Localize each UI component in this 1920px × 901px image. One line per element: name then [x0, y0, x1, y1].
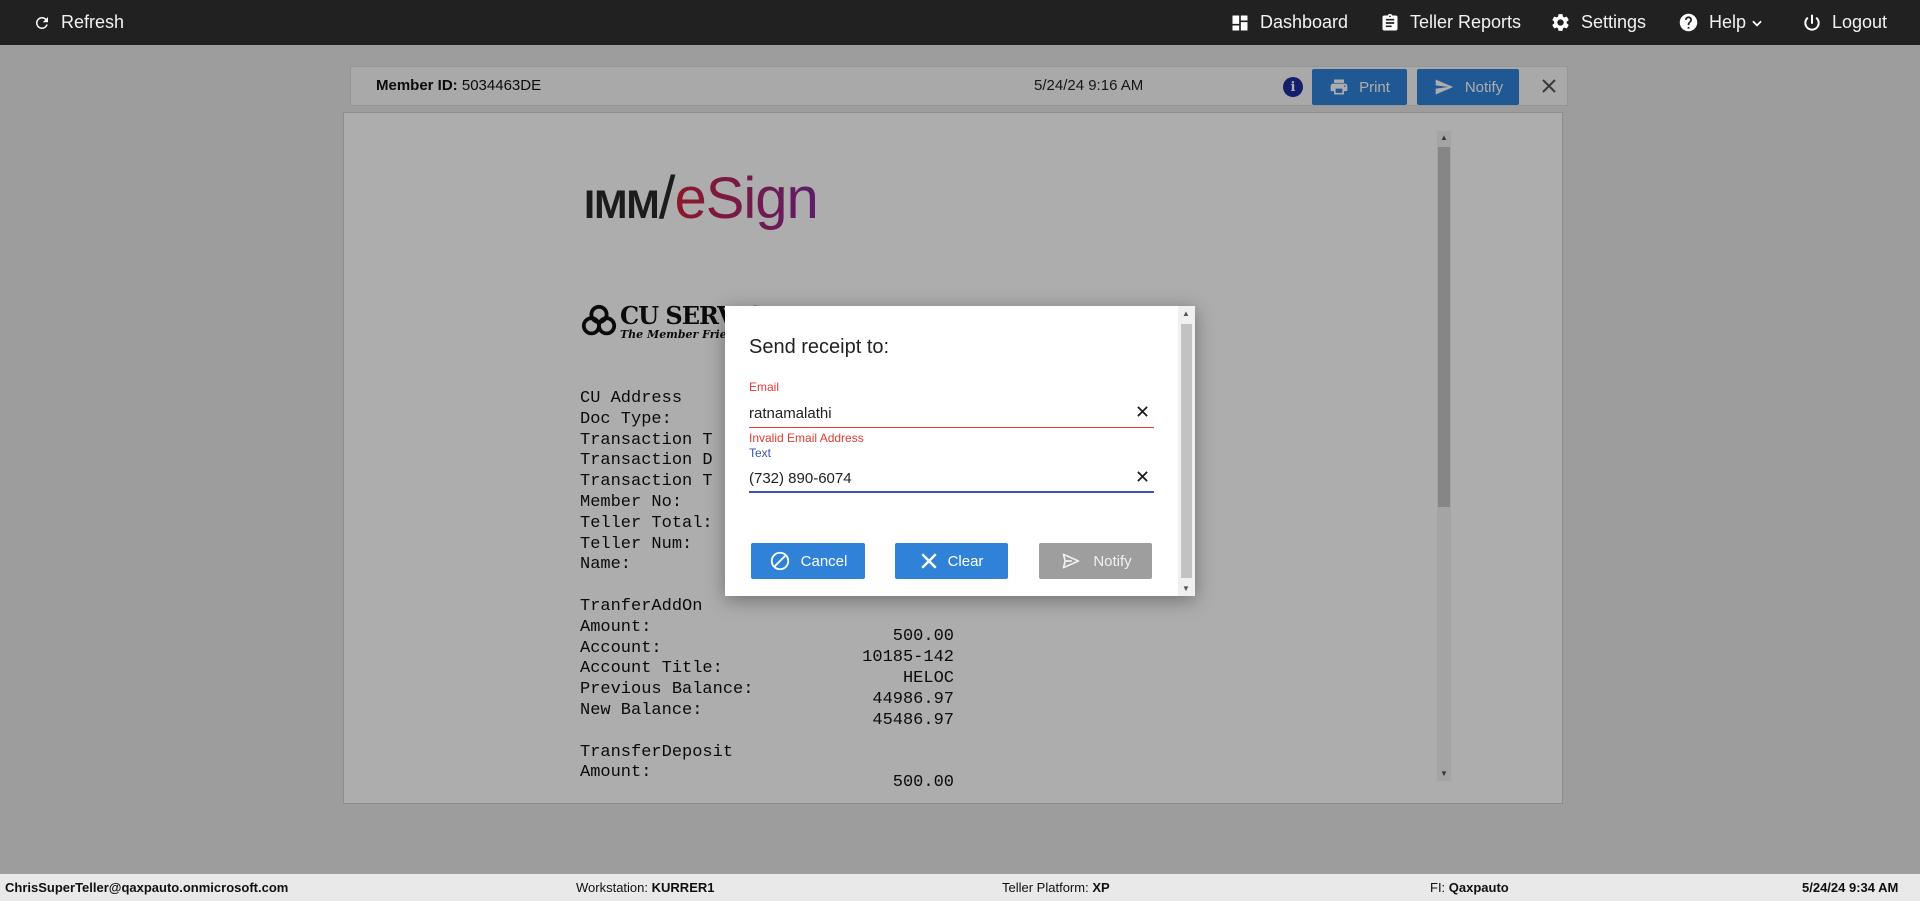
- nav-settings-label: Settings: [1581, 12, 1647, 32]
- footer-workstation-label: Workstation:: [576, 880, 649, 895]
- email-field[interactable]: ratnamalathi: [749, 398, 1154, 428]
- send-icon: [1062, 553, 1080, 569]
- cancel-button[interactable]: Cancel: [751, 543, 865, 579]
- dialog-scrollbar[interactable]: ▲ ▼: [1178, 306, 1195, 596]
- nav-dashboard-label: Dashboard: [1260, 12, 1349, 32]
- close-icon: [920, 553, 937, 569]
- footer-platform: Teller Platform: XP: [1002, 880, 1110, 895]
- footer-platform-label: Teller Platform:: [1002, 880, 1089, 895]
- nav-teller-reports[interactable]: Teller Reports: [1380, 0, 1521, 45]
- dialog-title: Send receipt to:: [749, 336, 890, 358]
- footer-workstation: Workstation: KURRER1: [576, 880, 714, 895]
- clipboard-icon: [1382, 13, 1398, 31]
- help-icon: [1679, 13, 1698, 32]
- email-value: ratnamalathi: [749, 405, 832, 422]
- cancel-label: Cancel: [800, 552, 848, 570]
- clear-label: Clear: [947, 552, 984, 570]
- footer-platform-value: XP: [1092, 880, 1110, 895]
- notify-label: Notify: [1093, 552, 1132, 570]
- email-error: Invalid Email Address: [749, 431, 864, 445]
- notify-button[interactable]: Notify: [1039, 543, 1152, 579]
- top-navigation-bar: Refresh Dashboard Teller Reports Setting…: [0, 0, 1920, 45]
- nav-help-label: Help: [1709, 12, 1747, 32]
- status-footer: ChrisSuperTeller@qaxpauto.onmicrosoft.co…: [0, 874, 1920, 901]
- footer-fi-label: FI:: [1430, 880, 1446, 895]
- nav-logout[interactable]: Logout: [1802, 0, 1887, 45]
- footer-user: ChrisSuperTeller@qaxpauto.onmicrosoft.co…: [5, 880, 288, 895]
- text-phone-value: (732) 890-6074: [749, 470, 852, 487]
- nav-settings[interactable]: Settings: [1550, 0, 1646, 45]
- email-label: Email: [749, 380, 780, 394]
- clear-text-icon[interactable]: [1134, 468, 1150, 484]
- nav-logout-label: Logout: [1832, 12, 1888, 32]
- nav-help[interactable]: Help: [1678, 0, 1764, 45]
- power-icon: [1804, 14, 1820, 31]
- clear-email-icon[interactable]: [1134, 403, 1150, 419]
- send-receipt-dialog: Send receipt to: Email ratnamalathi Inva…: [725, 306, 1195, 596]
- footer-datetime-value: 5/24/24 9:34 AM: [1802, 880, 1899, 895]
- footer-workstation-value: KURRER1: [651, 880, 715, 895]
- footer-user-value: ChrisSuperTeller@qaxpauto.onmicrosoft.co…: [5, 880, 289, 895]
- dialog-scroll-thumb[interactable]: [1181, 324, 1192, 578]
- block-icon: [770, 551, 789, 571]
- clear-button[interactable]: Clear: [895, 543, 1008, 579]
- refresh-button[interactable]: Refresh: [33, 0, 124, 45]
- footer-fi-value: Qaxpauto: [1448, 880, 1509, 895]
- nav-dashboard[interactable]: Dashboard: [1230, 0, 1348, 45]
- dashboard-icon: [1232, 15, 1248, 30]
- footer-fi: FI: Qaxpauto: [1430, 880, 1509, 895]
- nav-teller-reports-label: Teller Reports: [1410, 12, 1522, 32]
- footer-datetime: 5/24/24 9:34 AM: [1802, 880, 1898, 895]
- text-label: Text: [749, 446, 772, 460]
- gear-icon: [1552, 14, 1569, 31]
- dialog-scroll-up-arrow[interactable]: ▲: [1182, 309, 1190, 318]
- dialog-scroll-down-arrow[interactable]: ▼: [1182, 584, 1190, 593]
- refresh-label: Refresh: [61, 12, 125, 32]
- text-phone-field[interactable]: (732) 890-6074: [749, 463, 1154, 493]
- chevron-down-icon: [1752, 20, 1762, 27]
- refresh-icon: [35, 16, 48, 29]
